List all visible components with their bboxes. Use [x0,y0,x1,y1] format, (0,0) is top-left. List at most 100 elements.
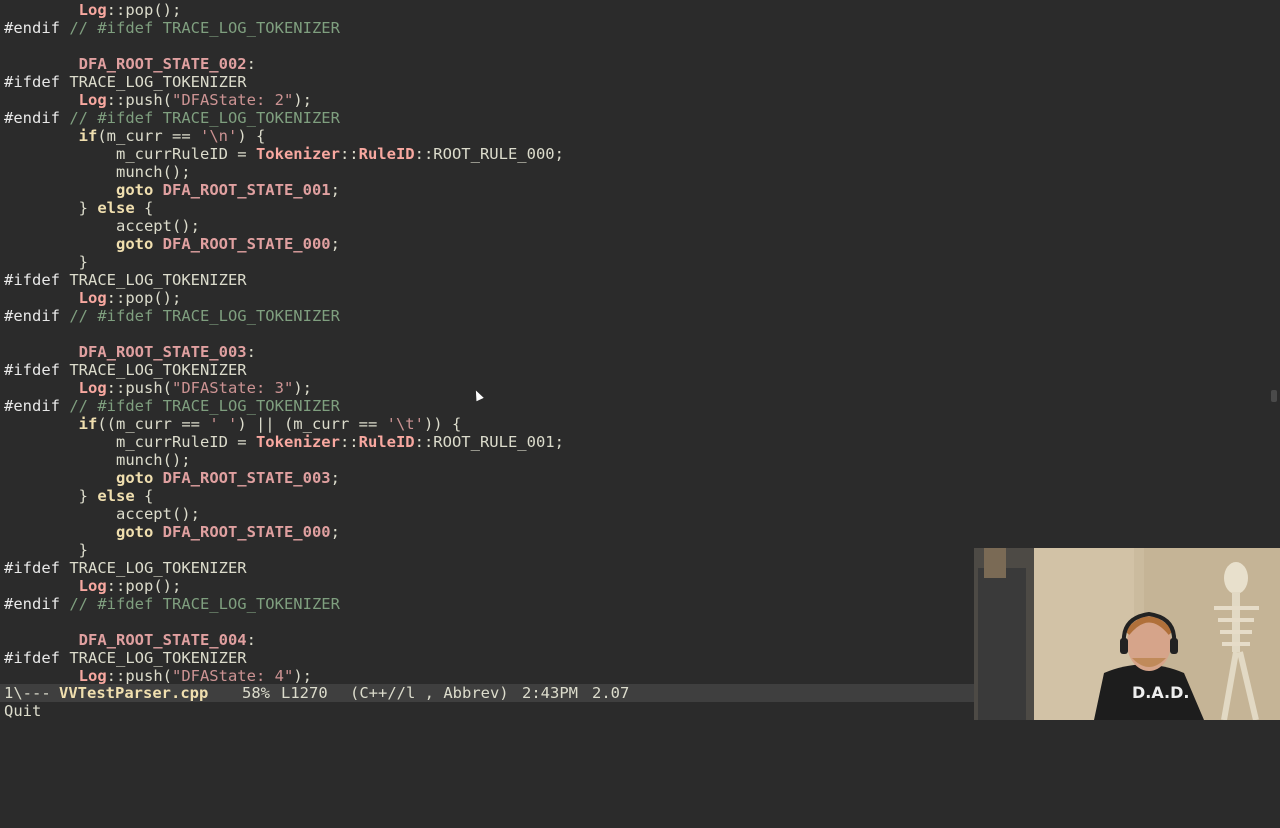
code-token: DFA_ROOT_STATE_001 [162,181,331,199]
code-token: accept(); [4,217,200,235]
code-line[interactable]: goto DFA_ROOT_STATE_003; [4,469,340,487]
major-mode[interactable]: (C++//l , Abbrev) [350,684,509,702]
code-line[interactable]: munch(); [4,451,191,469]
code-token: ; [330,469,340,487]
code-token: :: [339,145,359,163]
code-token: ::ROOT_RULE_000; [414,145,564,163]
code-token: Log [78,577,107,595]
code-token: Log [78,91,107,109]
code-token: : [246,55,256,73]
code-token: #ifdef [4,559,60,577]
code-token: : [246,343,256,361]
code-token: DFA_ROOT_STATE_000 [162,235,331,253]
code-line[interactable]: #endif // #ifdef TRACE_LOG_TOKENIZER [4,397,340,415]
code-line[interactable]: m_currRuleID = Tokenizer::RuleID::ROOT_R… [4,433,564,451]
code-token: #endif [4,109,60,127]
code-line[interactable]: DFA_ROOT_STATE_003: [4,343,256,361]
echo-area-message: Quit [4,702,42,720]
code-token: } [4,199,98,217]
code-token: Log [78,379,107,397]
code-token: RuleID [358,433,415,451]
code-token: "DFAState: 4" [171,667,294,684]
code-token: ::ROOT_RULE_001; [414,433,564,451]
code-line[interactable]: goto DFA_ROOT_STATE_000; [4,235,340,253]
code-token: ::push( [106,91,172,109]
code-token: goto [115,469,154,487]
code-token: : [246,631,256,649]
code-line[interactable]: Log::pop(); [4,577,182,595]
scrollbar-thumb[interactable] [1271,390,1277,402]
code-token: } [4,487,98,505]
code-line[interactable]: Log::push("DFAState: 4"); [4,667,312,684]
code-token: #ifdef [4,73,60,91]
code-line[interactable]: accept(); [4,505,200,523]
code-token: munch(); [4,163,191,181]
code-token: TRACE_LOG_TOKENIZER [60,649,247,667]
code-line[interactable]: #ifdef TRACE_LOG_TOKENIZER [4,559,247,577]
code-token: ; [330,523,340,541]
code-token: ::push( [106,667,172,684]
code-line[interactable]: } [4,253,88,271]
code-line[interactable]: #endif // #ifdef TRACE_LOG_TOKENIZER [4,19,340,37]
code-line[interactable]: #endif // #ifdef TRACE_LOG_TOKENIZER [4,109,340,127]
code-line[interactable]: DFA_ROOT_STATE_004: [4,631,256,649]
code-line[interactable]: Log::pop(); [4,289,182,307]
code-line[interactable]: if((m_curr == ' ') || (m_curr == '\t')) … [4,415,462,433]
code-line[interactable]: #ifdef TRACE_LOG_TOKENIZER [4,73,247,91]
code-line[interactable]: goto DFA_ROOT_STATE_001; [4,181,340,199]
code-token: DFA_ROOT_STATE_000 [162,523,331,541]
code-token: // #ifdef TRACE_LOG_TOKENIZER [60,595,340,613]
code-line[interactable]: #ifdef TRACE_LOG_TOKENIZER [4,649,247,667]
code-token: // #ifdef TRACE_LOG_TOKENIZER [60,19,340,37]
code-token: ) { [237,127,266,145]
code-line[interactable]: Log::pop(); [4,1,182,19]
code-line[interactable]: #endif // #ifdef TRACE_LOG_TOKENIZER [4,595,340,613]
code-token: Log [78,667,107,684]
code-token: else [97,199,135,217]
code-token: m_currRuleID = [4,145,256,163]
code-token: if [78,127,98,145]
code-token: goto [115,235,154,253]
code-line[interactable]: if(m_curr == '\n') { [4,127,266,145]
code-token: #endif [4,307,60,325]
code-token: #endif [4,397,60,415]
code-token: Log [78,289,107,307]
code-line[interactable]: Log::push("DFAState: 2"); [4,91,312,109]
code-line[interactable]: DFA_ROOT_STATE_002: [4,55,256,73]
code-token: } [4,253,88,271]
code-line[interactable]: } else { [4,199,154,217]
line-number: L1270 [281,684,328,702]
buffer-state: 1\--- [4,684,51,702]
code-token: (m_curr == [97,127,200,145]
code-line[interactable]: #ifdef TRACE_LOG_TOKENIZER [4,271,247,289]
code-token: DFA_ROOT_STATE_003 [78,343,247,361]
code-line[interactable]: #endif // #ifdef TRACE_LOG_TOKENIZER [4,307,340,325]
code-token: // #ifdef TRACE_LOG_TOKENIZER [60,109,340,127]
code-token: )) { [423,415,462,433]
code-line[interactable]: #ifdef TRACE_LOG_TOKENIZER [4,361,247,379]
code-token: Tokenizer [255,145,340,163]
code-line[interactable]: Log::push("DFAState: 3"); [4,379,312,397]
code-token: // #ifdef TRACE_LOG_TOKENIZER [60,307,340,325]
code-token: :: [339,433,359,451]
code-line[interactable]: } else { [4,487,154,505]
code-line[interactable]: } [4,541,88,559]
code-token: { [134,199,154,217]
code-line[interactable]: goto DFA_ROOT_STATE_000; [4,523,340,541]
code-line[interactable]: m_currRuleID = Tokenizer::RuleID::ROOT_R… [4,145,564,163]
code-line[interactable]: munch(); [4,163,191,181]
code-token: "DFAState: 2" [171,91,294,109]
code-token: Log [78,1,107,19]
code-token: ::pop(); [106,289,182,307]
code-line[interactable]: accept(); [4,217,200,235]
buffer-filename[interactable]: VVTestParser.cpp [59,684,208,702]
